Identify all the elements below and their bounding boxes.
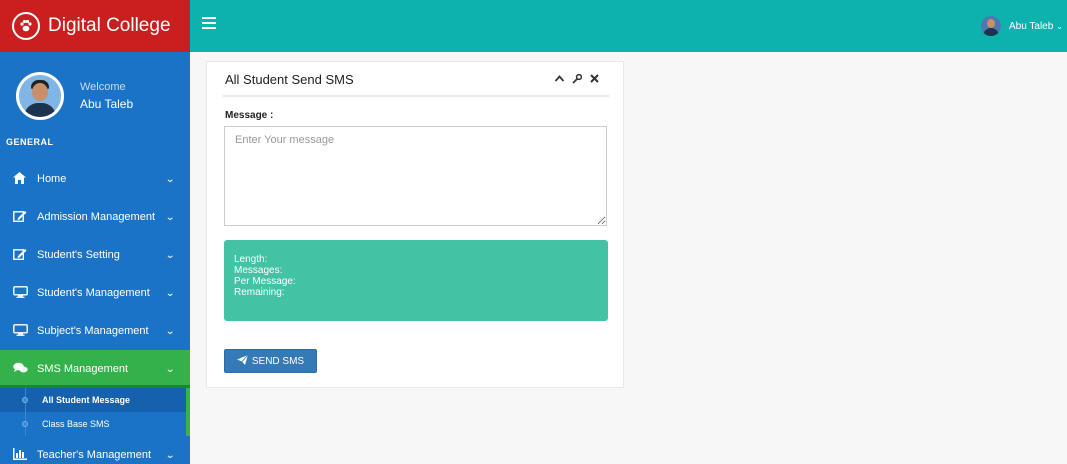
sidebar-item-sms-management[interactable]: SMS Management ⌄ <box>0 350 190 388</box>
sidebar-item-label: Home <box>37 173 67 185</box>
per-message-label: Per Message: <box>234 276 296 287</box>
bar-chart-icon <box>13 447 31 463</box>
panel-title: All Student Send SMS <box>225 72 354 87</box>
welcome-text: Welcome <box>80 81 126 93</box>
close-icon[interactable] <box>590 74 599 87</box>
user-avatar <box>981 16 1001 36</box>
profile-name: Abu Taleb <box>80 97 134 111</box>
panel-tools <box>554 73 599 87</box>
menu-toggle-icon[interactable] <box>202 17 216 32</box>
sidebar-item-label: Student's Setting <box>37 249 120 261</box>
sidebar-item-label: Admission Management <box>37 211 156 223</box>
sidebar-item-label: Student's Management <box>37 287 150 299</box>
home-icon <box>13 171 31 187</box>
comments-icon <box>13 362 31 377</box>
profile: Welcome Abu Taleb <box>0 52 190 124</box>
sidebar-item-label: SMS Management <box>37 363 129 375</box>
chevron-down-icon: ⌄ <box>1056 21 1063 31</box>
desktop-icon <box>13 285 31 301</box>
edit-icon <box>13 210 31 225</box>
sidebar-item-students-management[interactable]: Student's Management ⌄ <box>0 274 190 312</box>
collapse-icon[interactable] <box>554 74 565 87</box>
chevron-down-icon: ⌄ <box>165 449 176 461</box>
message-stats: Length: Messages: Per Message: Remaining… <box>224 240 608 321</box>
section-title: GENERAL <box>6 137 54 147</box>
chevron-down-icon: ⌄ <box>165 363 176 375</box>
brand[interactable]: Digital College <box>0 0 190 52</box>
send-sms-label: SEND SMS <box>251 355 305 367</box>
avatar <box>16 72 64 120</box>
chevron-down-icon: ⌄ <box>165 173 176 185</box>
send-sms-panel: All Student Send SMS Message : Length: M… <box>206 61 624 388</box>
submenu-item-all-student-message[interactable]: All Student Message <box>0 388 186 412</box>
remaining-label: Remaining: <box>234 287 285 298</box>
sidebar-item-label: Subject's Management <box>37 325 149 337</box>
submenu-item-label: Class Base SMS <box>42 419 110 429</box>
brand-name: Digital College <box>48 15 171 36</box>
length-label: Length: <box>234 254 268 265</box>
edit-icon <box>13 248 31 263</box>
user-menu[interactable]: Abu Taleb ⌄ <box>981 0 1067 52</box>
submenu-item-class-base-sms[interactable]: Class Base SMS <box>0 412 186 436</box>
chevron-down-icon: ⌄ <box>165 287 176 299</box>
topbar: Abu Taleb ⌄ <box>190 0 1067 52</box>
sidebar-item-students-setting[interactable]: Student's Setting ⌄ <box>0 236 190 274</box>
paper-plane-icon <box>236 354 249 368</box>
sidebar-item-admission-management[interactable]: Admission Management ⌄ <box>0 198 190 236</box>
desktop-icon <box>13 323 31 339</box>
submenu-item-label: All Student Message <box>42 395 131 405</box>
panel-header: All Student Send SMS <box>223 62 609 97</box>
sms-submenu: All Student Message Class Base SMS <box>0 388 190 436</box>
sidebar-item-home[interactable]: Home ⌄ <box>0 160 190 198</box>
sidebar: Digital College Welcome Abu Taleb GENERA… <box>0 0 190 464</box>
send-sms-button[interactable]: SEND SMS <box>224 349 317 373</box>
wrench-icon[interactable] <box>572 73 583 87</box>
chevron-down-icon: ⌄ <box>165 211 176 223</box>
message-input[interactable] <box>224 126 607 226</box>
paw-icon <box>12 12 40 40</box>
messages-label: Messages: <box>234 265 283 276</box>
sidebar-item-teachers-management[interactable]: Teacher's Management ⌄ <box>0 436 190 464</box>
user-name: Abu Taleb <box>1009 20 1054 32</box>
message-label: Message : <box>225 110 274 121</box>
chevron-down-icon: ⌄ <box>165 325 176 337</box>
chevron-down-icon: ⌄ <box>165 249 176 261</box>
sidebar-item-label: Teacher's Management <box>37 449 151 461</box>
sidebar-item-subjects-management[interactable]: Subject's Management ⌄ <box>0 312 190 350</box>
